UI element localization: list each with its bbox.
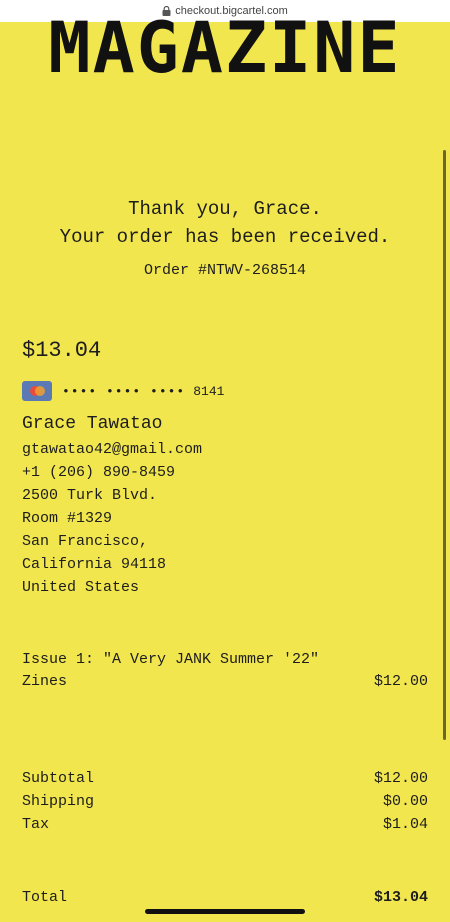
customer-email: gtawatao42@gmail.com <box>22 441 203 458</box>
address-line: Room #1329 <box>22 510 113 527</box>
customer-name: Grace Tawatao <box>22 414 163 434</box>
card-mask: •••• •••• •••• <box>62 383 186 399</box>
shipping-row: Shipping $0.00 <box>22 790 428 813</box>
address-line: California 94118 <box>22 556 167 573</box>
card-last4: 8141 <box>193 383 225 399</box>
item-price: $12.00 <box>373 673 428 690</box>
tax-value: $1.04 <box>382 816 428 833</box>
order-number: Order #NTWV-268514 <box>143 262 307 279</box>
order-item: Issue 1: "A Very JANK Summer '22" Zines … <box>22 649 428 693</box>
shipping-label: Shipping <box>22 793 95 810</box>
mastercard-icon <box>22 381 52 401</box>
subtotal-label: Subtotal <box>22 770 95 787</box>
subtotal-value: $12.00 <box>373 770 428 787</box>
tax-row: Tax $1.04 <box>22 813 428 836</box>
confirmation-message: Thank you, Grace. Your order has been re… <box>0 195 450 251</box>
thanks-line: Thank you, Grace. <box>128 198 322 220</box>
home-indicator[interactable] <box>145 909 305 914</box>
address-line: 2500 Turk Blvd. <box>22 487 158 504</box>
customer-phone: +1 (206) 890-8459 <box>22 464 176 481</box>
shipping-value: $0.00 <box>382 793 428 810</box>
item-variant: Zines <box>22 673 68 690</box>
item-name: Issue 1: "A Very JANK Summer '22" <box>22 651 320 668</box>
total-value: $13.04 <box>373 889 428 906</box>
address-line: United States <box>22 579 140 596</box>
received-line: Your order has been received. <box>59 226 391 248</box>
store-logo[interactable]: MAGAZINE <box>0 16 450 76</box>
payment-amount: $13.04 <box>22 338 102 363</box>
order-summary: Subtotal $12.00 Shipping $0.00 Tax $1.04 <box>22 767 428 836</box>
total-label: Total <box>22 889 68 906</box>
address-line: San Francisco, <box>22 533 149 550</box>
subtotal-row: Subtotal $12.00 <box>22 767 428 790</box>
total-row: Total $13.04 <box>22 889 428 906</box>
tax-label: Tax <box>22 816 50 833</box>
customer-details: gtawatao42@gmail.com +1 (206) 890-8459 2… <box>22 438 202 599</box>
payment-card: •••• •••• •••• 8141 <box>22 381 224 401</box>
lock-icon <box>162 6 171 16</box>
